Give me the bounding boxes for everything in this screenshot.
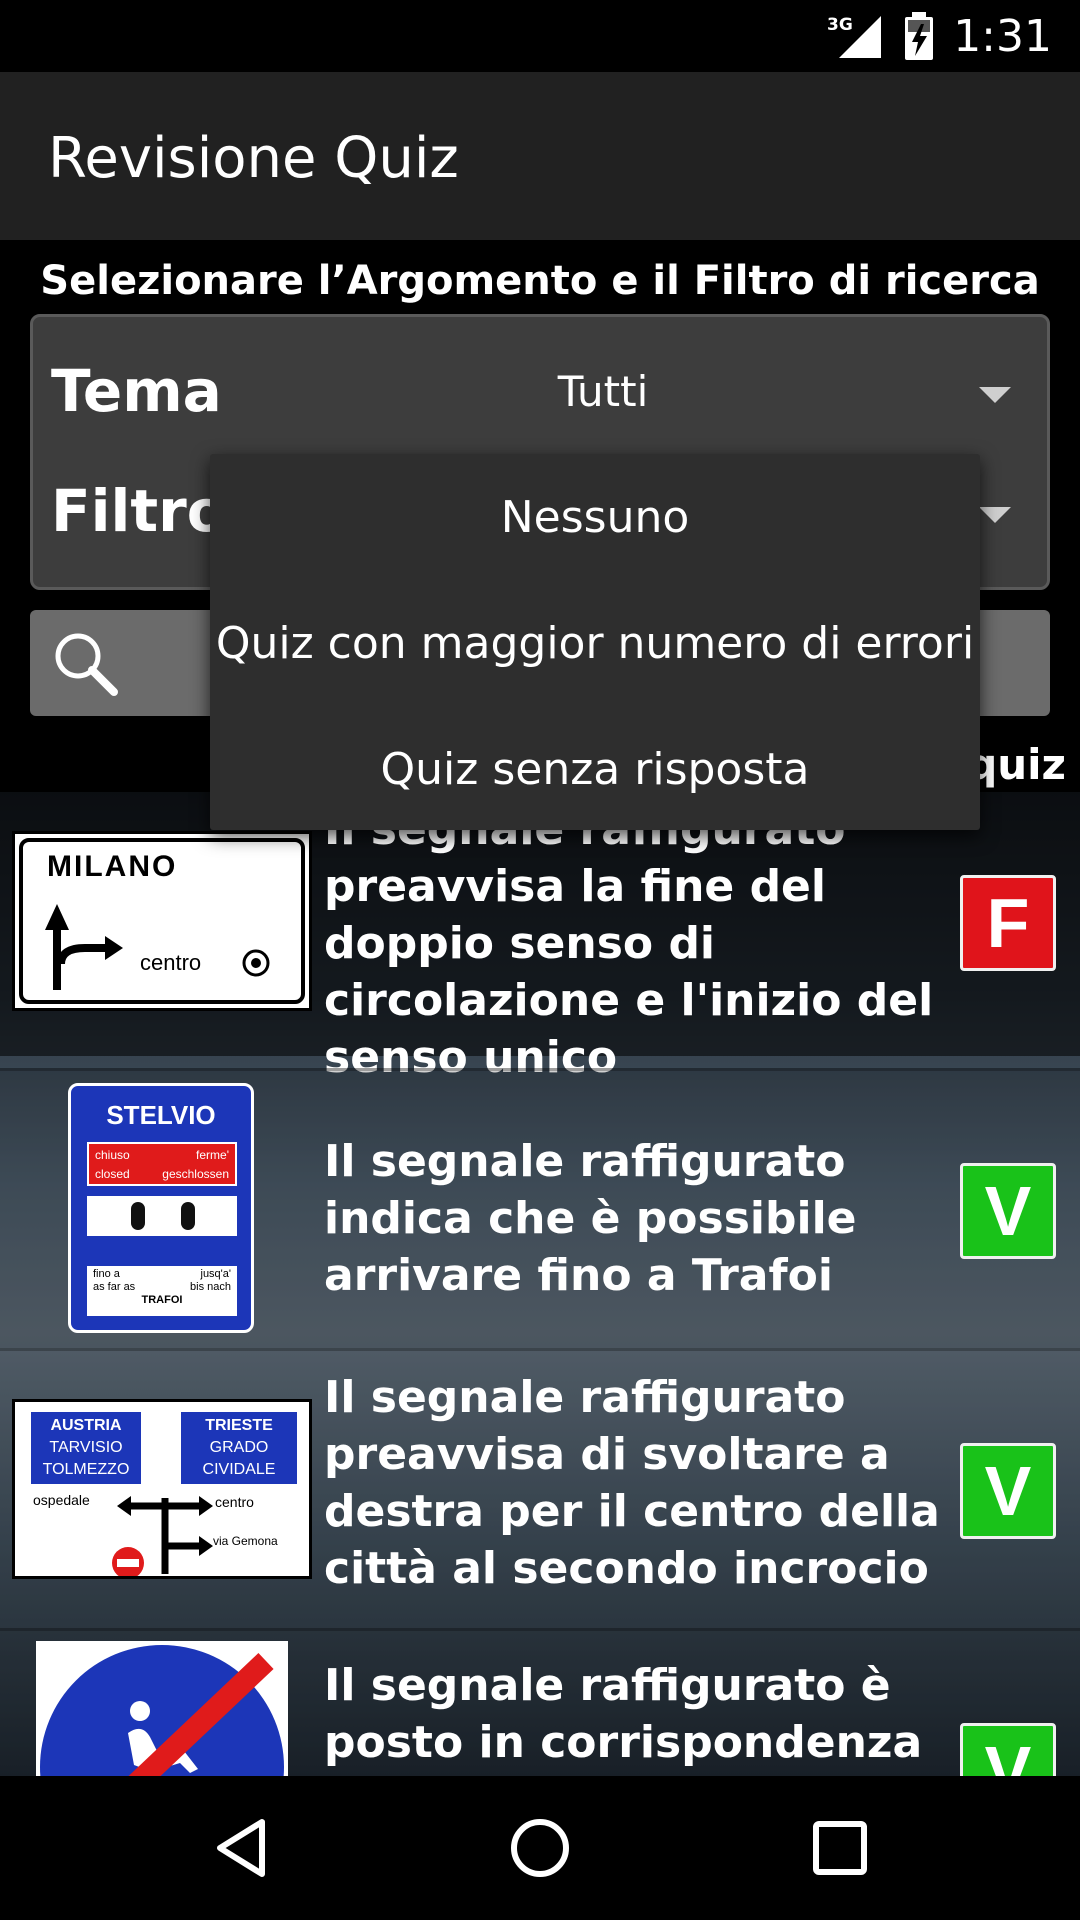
status-icons: 3G 1:31 (825, 10, 1052, 62)
list-item[interactable]: STELVIO chiuso ferme' closed geschlossen f… (0, 1068, 1080, 1348)
answer-true-badge: V (960, 1163, 1056, 1259)
no-entry-icon (112, 1547, 144, 1576)
sign-text: centro (140, 950, 202, 975)
answer-true-badge: V (960, 1723, 1056, 1776)
sign-text: ferme' (196, 1148, 229, 1162)
centro-target-icon (242, 949, 270, 977)
action-bar: Revisione Quiz (0, 72, 1080, 240)
sign-text: via Gemona (213, 1534, 278, 1548)
dropdown-option-maggior-errori[interactable]: Quiz con maggior numero di errori (210, 580, 980, 706)
status-bar: 3G 1:31 (0, 0, 1080, 72)
sign-text: TARVISIO (49, 1439, 123, 1456)
sign-blue-panel: TRIESTE GRADO CIVIDALE (181, 1412, 297, 1484)
sign-text: CIVIDALE (202, 1461, 276, 1478)
sign-text: TRIESTE (205, 1417, 273, 1434)
sign-image (36, 1641, 288, 1776)
sign-text: fino a (93, 1268, 120, 1280)
list-item[interactable]: AUSTRIA TARVISIO TOLMEZZO TRIESTE GRADO … (0, 1348, 1080, 1628)
end-bridleway-sign-icon (40, 1645, 284, 1776)
sign-white-panel: fino a jusq'a' as far as bis nach TRAFOI (87, 1266, 237, 1316)
list-item[interactable]: Il segnale raffigurato è posto in corris… (0, 1628, 1080, 1776)
signal-3g-icon: 3G (827, 15, 882, 58)
sign-text: bis nach (190, 1281, 231, 1293)
dropdown-option-nessuno[interactable]: Nessuno (210, 454, 980, 580)
question-text: Il segnale raffigurato preavvisa di svol… (324, 1372, 940, 1594)
sign-text: centro (215, 1494, 254, 1510)
filtro-dropdown-popup: Nessuno Quiz con maggior numero di error… (210, 454, 980, 830)
sign-blue-panel: AUSTRIA TARVISIO TOLMEZZO (31, 1412, 141, 1484)
recents-icon[interactable] (808, 1816, 872, 1880)
question-text: Il segnale raffigurato è posto in corris… (324, 1660, 923, 1776)
sign-red-panel: chiuso ferme' closed geschlossen (87, 1142, 237, 1186)
tema-dropdown-arrow-icon[interactable] (979, 387, 1011, 403)
sign-text: ospedale (33, 1492, 90, 1508)
sign-text: TRAFOI (141, 1294, 183, 1306)
back-icon[interactable] (210, 1816, 274, 1880)
clock: 1:31 (953, 10, 1052, 62)
tyre-icon (131, 1202, 145, 1230)
filtro-dropdown-arrow-icon[interactable] (979, 507, 1011, 523)
sign-text: as far as (93, 1281, 136, 1293)
sign-image: AUSTRIA TARVISIO TOLMEZZO TRIESTE GRADO … (12, 1399, 312, 1579)
navigation-bar (0, 1776, 1080, 1920)
sign-text: chiuso (95, 1148, 130, 1162)
sign-text: STELVIO (106, 1100, 216, 1130)
sign-text: geschlossen (162, 1167, 229, 1181)
sign-text: jusq'a' (200, 1268, 232, 1280)
question-text: Il segnale raffigurato preavvisa la fine… (324, 804, 934, 1083)
tyre-icon (181, 1202, 195, 1230)
quiz-count-label: quiz (967, 740, 1066, 789)
quiz-list[interactable]: MILANO centro Il segnale raffigurato pre… (0, 792, 1080, 1776)
search-icon (55, 633, 118, 696)
tema-spinner[interactable]: Tutti (253, 367, 953, 416)
dropdown-option-senza-risposta[interactable]: Quiz senza risposta (210, 706, 980, 832)
instruction-text: Selezionare l’Argomento e il Filtro di r… (40, 258, 1040, 304)
filtro-label: Filtro (51, 477, 227, 545)
answer-true-badge: V (960, 1443, 1056, 1539)
battery-charging-icon (905, 12, 934, 60)
sign-image: MILANO centro (12, 831, 312, 1011)
sign-text: TOLMEZZO (42, 1461, 130, 1478)
sign-text: AUSTRIA (50, 1417, 122, 1434)
home-icon[interactable] (508, 1816, 572, 1880)
turn-arrow-icon (45, 904, 123, 990)
answer-false-badge: F (960, 875, 1056, 971)
question-text: Il segnale raffigurato indica che è poss… (324, 1136, 857, 1301)
sign-image: STELVIO chiuso ferme' closed geschlossen f… (68, 1083, 254, 1333)
sign-text: MILANO (47, 850, 178, 883)
network-type-text: 3G (827, 15, 853, 35)
sign-white-panel (87, 1196, 237, 1236)
tema-label: Tema (51, 357, 222, 425)
sign-text: closed (95, 1167, 130, 1181)
app-title: Revisione Quiz (48, 126, 459, 191)
sign-text: GRADO (209, 1439, 269, 1456)
